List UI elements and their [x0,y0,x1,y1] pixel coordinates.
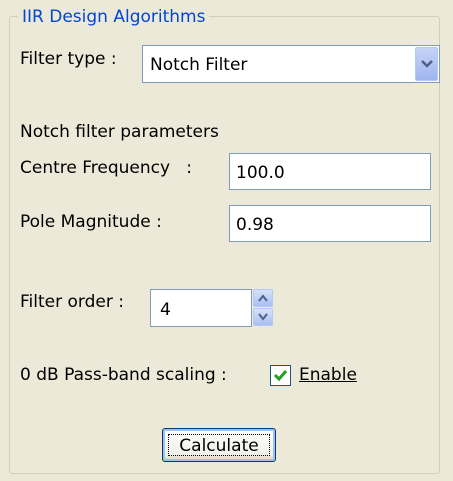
pole-magnitude-input[interactable]: 0.98 [229,205,431,242]
calculate-button-label: Calculate [168,434,270,456]
filter-order-label: Filter order : [20,292,124,312]
enable-scaling-checkbox[interactable] [270,365,291,386]
pole-magnitude-value: 0.98 [236,215,274,235]
centre-frequency-input[interactable]: 100.0 [229,153,431,190]
centre-frequency-label: Centre Frequency : [20,158,193,178]
filter-type-dropdown[interactable]: Notch Filter [142,45,440,83]
chevron-down-icon [258,313,268,321]
filter-order-spinner[interactable] [253,289,273,327]
checkmark-icon [273,370,288,382]
enable-label[interactable]: Enable [299,363,357,387]
spin-down-button[interactable] [253,308,273,326]
pole-magnitude-label: Pole Magnitude : [20,212,162,232]
group-title: IIR Design Algorithms [18,5,210,29]
filter-order-input[interactable]: 4 [150,289,252,327]
centre-frequency-value: 100.0 [236,163,285,183]
filter-order-value: 4 [160,300,171,320]
scaling-label: 0 dB Pass-band scaling : [20,365,227,385]
filter-type-value: Notch Filter [150,55,248,75]
chevron-down-icon[interactable] [415,47,438,81]
spin-up-button[interactable] [253,289,273,307]
filter-type-label: Filter type : [20,49,117,69]
enable-label-text: Enable [299,365,357,385]
iir-design-groupbox [9,16,440,474]
chevron-up-icon [258,294,268,302]
calculate-button[interactable]: Calculate [162,428,276,462]
section-heading: Notch filter parameters [20,122,219,142]
